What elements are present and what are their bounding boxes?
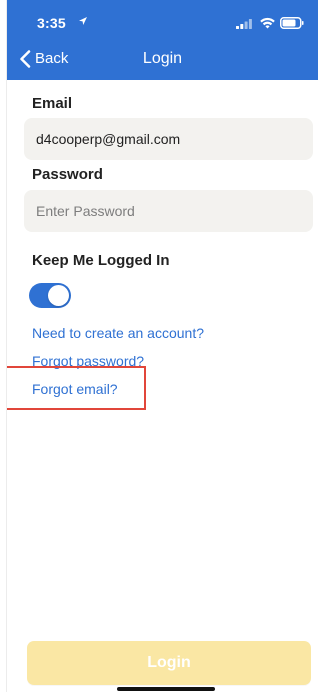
login-form: Email d4cooperp@gmail.com Password Enter…: [7, 80, 318, 692]
password-label: Password: [32, 166, 103, 183]
email-label: Email: [32, 95, 73, 112]
phone-screen: 3:35 Back Login Email d4cooperp@gmail.co…: [6, 0, 318, 692]
keep-logged-in-label: Keep Me Logged In: [32, 252, 170, 269]
top-bar: 3:35 Back Login: [7, 0, 318, 80]
login-button[interactable]: Login: [27, 641, 311, 685]
status-time: 3:35: [37, 15, 66, 31]
page-title: Login: [142, 50, 183, 67]
keep-logged-in-toggle[interactable]: [29, 283, 71, 308]
highlight-box: [7, 366, 146, 410]
password-field[interactable]: Enter Password: [24, 190, 313, 232]
battery-icon: [280, 17, 304, 29]
email-field[interactable]: d4cooperp@gmail.com: [24, 118, 313, 160]
signal-icon: [236, 19, 252, 29]
location-arrow-icon: [79, 17, 87, 25]
home-indicator: [117, 687, 215, 691]
wifi-icon: [260, 17, 275, 29]
toggle-knob: [48, 285, 69, 306]
create-account-link[interactable]: Need to create an account?: [32, 325, 204, 341]
